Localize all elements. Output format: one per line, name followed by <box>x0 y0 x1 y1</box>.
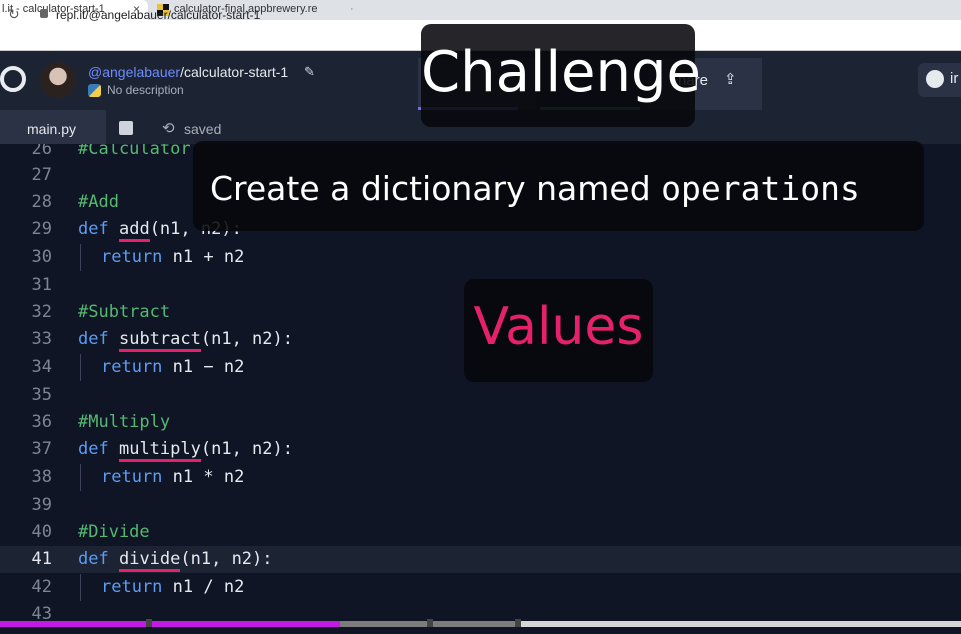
code-comment: #Add <box>78 192 119 212</box>
code-keyword: def <box>78 219 109 239</box>
code-text: return n1 / n2 <box>101 574 244 601</box>
code-text: def divide(n1, n2): <box>78 546 273 573</box>
line-number: 41 <box>31 549 52 569</box>
line-number: 39 <box>31 495 52 515</box>
values-overlay: Values <box>464 279 653 382</box>
code-expression: n1 * n2 <box>162 467 245 487</box>
code-text: return n1 − n2 <box>101 354 244 381</box>
code-line: 30 return n1 + n2 <box>0 244 961 271</box>
github-icon <box>926 70 944 88</box>
code-keyword: return <box>101 577 163 597</box>
values-label: Values <box>473 297 644 357</box>
function-name: multiply <box>118 439 201 462</box>
indent-guide <box>80 244 81 271</box>
github-button-label: ir <box>950 70 959 87</box>
line-number: 37 <box>31 439 52 459</box>
line-number: 29 <box>31 219 52 239</box>
code-comment: #Subtract <box>78 302 171 322</box>
code-line: 36 #Multiply <box>0 409 961 436</box>
code-keyword: def <box>78 329 109 349</box>
line-number: 38 <box>31 467 52 487</box>
pencil-icon[interactable]: ✎ <box>304 64 315 80</box>
code-line: 35 <box>0 382 961 409</box>
code-keyword: return <box>101 247 163 267</box>
reload-icon[interactable]: ↻ <box>8 6 20 23</box>
code-expression: n1 + n2 <box>162 247 245 267</box>
url-field[interactable]: repl.it/@angelabauer/calculator-start-1 <box>56 8 260 22</box>
line-number: 34 <box>31 357 52 377</box>
line-number: 32 <box>31 302 52 322</box>
code-expression: n1 − n2 <box>162 357 245 377</box>
line-number: 35 <box>31 385 52 405</box>
code-params: (n1, n2): <box>180 549 273 569</box>
document-icon[interactable] <box>119 121 133 135</box>
indent-guide <box>80 354 81 381</box>
saved-status: saved <box>184 121 222 137</box>
code-line: 40 #Divide <box>0 519 961 546</box>
video-bottom-edge <box>0 627 961 634</box>
code-keyword: def <box>78 549 109 569</box>
python-icon <box>88 84 101 97</box>
avatar[interactable] <box>40 62 76 98</box>
share-icon: ⇪ <box>724 71 737 88</box>
code-line: 39 <box>0 492 961 519</box>
code-expression: n1 / n2 <box>162 577 245 597</box>
line-number: 42 <box>31 577 52 597</box>
repl-description[interactable]: No description <box>107 83 184 97</box>
code-line: 42 return n1 / n2 <box>0 574 961 601</box>
function-name: divide <box>118 549 181 572</box>
code-line: 37 def multiply(n1, n2): <box>0 436 961 463</box>
repl-title[interactable]: @angelabauer/calculator-start-1 <box>88 64 288 80</box>
code-comment: #Calculator <box>78 144 191 159</box>
browser-tab-new[interactable]: · <box>350 0 370 20</box>
line-number: 40 <box>31 522 52 542</box>
function-name: subtract <box>118 329 201 352</box>
history-icon: ⟲ <box>162 120 175 137</box>
browser-tab-label: · <box>350 3 354 15</box>
line-number: 31 <box>31 275 52 295</box>
line-number: 28 <box>31 192 52 212</box>
line-number: 33 <box>31 329 52 349</box>
code-comment: #Divide <box>78 522 150 542</box>
code-text: return n1 * n2 <box>101 464 244 491</box>
code-text: def subtract(n1, n2): <box>78 326 293 353</box>
code-line: 38 return n1 * n2 <box>0 464 961 491</box>
instruction-text: Create a dictionary named operations <box>210 169 860 208</box>
function-name: add <box>118 219 150 242</box>
indent-guide <box>80 464 81 491</box>
code-comment: #Multiply <box>78 412 171 432</box>
challenge-overlay: Challenge <box>421 24 701 127</box>
code-keyword: def <box>78 439 109 459</box>
code-line: 43 <box>0 601 961 622</box>
instruction-prefix: Create a dictionary named <box>210 169 651 208</box>
lock-icon <box>40 9 48 18</box>
code-keyword: return <box>101 357 163 377</box>
code-params: (n1, n2): <box>200 329 293 349</box>
line-number: 26 <box>31 144 52 159</box>
repl-name: /calculator-start-1 <box>180 64 289 80</box>
repl-owner-link[interactable]: @angelabauer <box>88 64 180 80</box>
replit-logo-icon[interactable] <box>0 66 26 92</box>
file-tab-label: main.py <box>27 121 77 137</box>
code-text: return n1 + n2 <box>101 244 244 271</box>
challenge-title: Challenge <box>421 40 701 105</box>
instruction-code: operations <box>661 169 860 208</box>
line-number: 27 <box>31 165 52 185</box>
instruction-overlay: Create a dictionary named operations <box>193 141 924 231</box>
code-keyword: return <box>101 467 163 487</box>
code-line-active: 41 def divide(n1, n2): <box>0 546 961 573</box>
code-text: def multiply(n1, n2): <box>78 436 293 463</box>
indent-guide <box>80 574 81 601</box>
line-number: 43 <box>31 604 52 622</box>
code-params: (n1, n2): <box>200 439 293 459</box>
line-number: 30 <box>31 247 52 267</box>
line-number: 36 <box>31 412 52 432</box>
